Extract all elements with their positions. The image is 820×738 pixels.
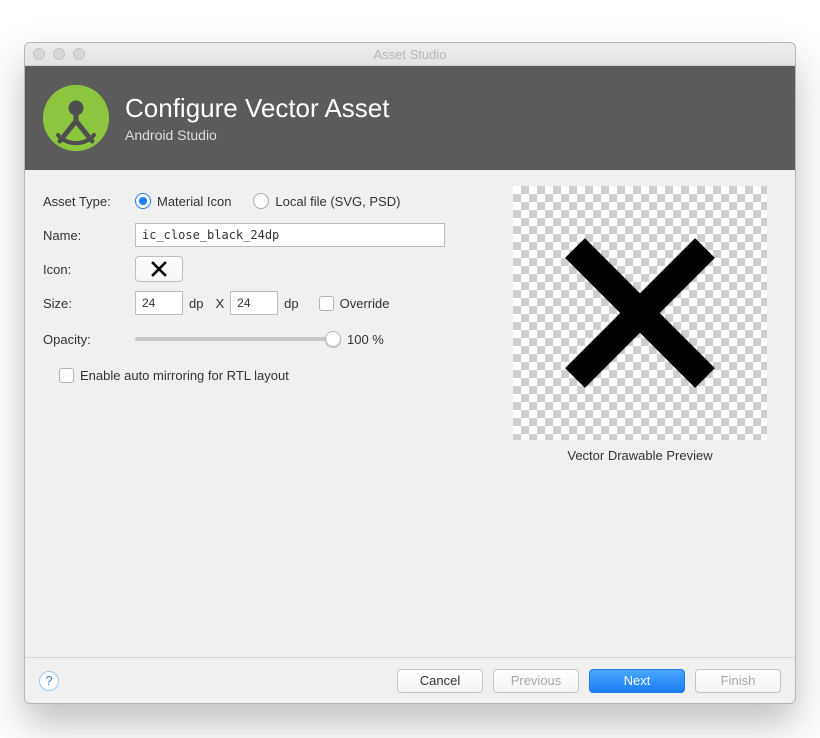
override-checkbox[interactable]	[319, 296, 334, 311]
name-input[interactable]	[135, 223, 445, 247]
next-button[interactable]: Next	[589, 669, 685, 693]
preview-caption: Vector Drawable Preview	[567, 448, 712, 463]
opacity-value: 100 %	[347, 332, 384, 347]
opacity-slider[interactable]	[135, 337, 333, 341]
icon-picker-button[interactable]	[135, 256, 183, 282]
local-file-radio[interactable]	[253, 193, 269, 209]
override-label: Override	[340, 296, 390, 311]
footer: ? Cancel Previous Next Finish	[25, 657, 795, 703]
rtl-mirror-checkbox[interactable]	[59, 368, 74, 383]
material-icon-radio[interactable]	[135, 193, 151, 209]
size-separator: X	[215, 296, 224, 311]
close-icon	[151, 261, 167, 277]
size-height-input[interactable]	[230, 291, 278, 315]
close-window-icon[interactable]	[33, 48, 45, 60]
material-icon-radio-label: Material Icon	[157, 194, 231, 209]
rtl-mirror-label: Enable auto mirroring for RTL layout	[80, 368, 289, 383]
icon-label: Icon:	[43, 262, 135, 277]
size-label: Size:	[43, 296, 135, 311]
local-file-radio-label: Local file (SVG, PSD)	[275, 194, 400, 209]
dialog-window: Asset Studio Configure Vector Asset Andr…	[24, 42, 796, 704]
size-width-unit: dp	[189, 296, 203, 311]
titlebar: Asset Studio	[25, 43, 795, 66]
name-label: Name:	[43, 228, 135, 243]
asset-type-label: Asset Type:	[43, 194, 135, 209]
android-studio-logo-icon	[43, 85, 109, 151]
page-subtitle: Android Studio	[125, 127, 389, 143]
size-height-unit: dp	[284, 296, 298, 311]
traffic-lights	[33, 48, 85, 60]
window-title: Asset Studio	[374, 47, 447, 62]
previous-button[interactable]: Previous	[493, 669, 579, 693]
zoom-window-icon[interactable]	[73, 48, 85, 60]
page-title: Configure Vector Asset	[125, 93, 389, 124]
preview-close-icon	[545, 218, 735, 408]
form-panel: Asset Type: Material Icon Local file (SV…	[43, 186, 483, 463]
size-width-input[interactable]	[135, 291, 183, 315]
minimize-window-icon[interactable]	[53, 48, 65, 60]
preview-panel: Vector Drawable Preview	[503, 186, 777, 463]
help-button[interactable]: ?	[39, 671, 59, 691]
finish-button[interactable]: Finish	[695, 669, 781, 693]
banner: Configure Vector Asset Android Studio	[25, 66, 795, 170]
preview-canvas	[513, 186, 767, 440]
cancel-button[interactable]: Cancel	[397, 669, 483, 693]
opacity-label: Opacity:	[43, 332, 135, 347]
opacity-slider-thumb[interactable]	[325, 331, 341, 347]
